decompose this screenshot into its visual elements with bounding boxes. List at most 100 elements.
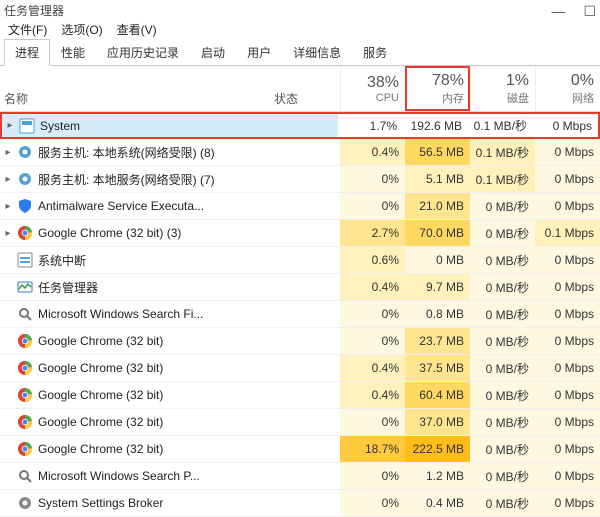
cpu-label: CPU	[376, 92, 399, 104]
disk-cell: 0.1 MB/秒	[468, 114, 533, 137]
process-name: 系统中断	[38, 252, 270, 269]
cpu-cell: 0.4%	[340, 274, 405, 300]
process-name: Google Chrome (32 bit)	[38, 442, 270, 456]
taskmgr-icon	[16, 278, 34, 296]
chrome-icon	[16, 332, 34, 350]
network-cell: 0.1 Mbps	[535, 220, 600, 246]
cpu-cell: 0.4%	[340, 355, 405, 381]
tab-startup[interactable]: 启动	[190, 39, 236, 66]
disk-cell: 0 MB/秒	[470, 355, 535, 381]
process-row[interactable]: Google Chrome (32 bit)0.4%37.5 MB0 MB/秒0…	[0, 355, 600, 382]
process-row[interactable]: ▸ System 1.7%192.6 MB0.1 MB/秒0 Mbps	[0, 112, 600, 139]
tab-processes[interactable]: 进程	[4, 39, 50, 66]
expand-icon[interactable]: ▸	[0, 174, 14, 185]
process-row[interactable]: Google Chrome (32 bit)0%37.0 MB0 MB/秒0 M…	[0, 409, 600, 436]
process-row[interactable]: Google Chrome (32 bit)18.7%222.5 MB0 MB/…	[0, 436, 600, 463]
memory-cell: 37.0 MB	[405, 409, 470, 435]
memory-cell: 192.6 MB	[403, 114, 468, 137]
memory-cell: 56.5 MB	[405, 139, 470, 165]
process-row[interactable]: Google Chrome (32 bit)0%23.7 MB0 MB/秒0 M…	[0, 328, 600, 355]
process-row[interactable]: Microsoft Windows Search P...0%1.2 MB0 M…	[0, 463, 600, 490]
network-cell: 0 Mbps	[533, 114, 598, 137]
col-header-network[interactable]: 0% 网络	[535, 66, 600, 111]
process-name: Microsoft Windows Search P...	[38, 469, 270, 483]
tab-app-history[interactable]: 应用历史记录	[96, 39, 190, 66]
expand-icon[interactable]: ▸	[0, 228, 14, 239]
tab-performance[interactable]: 性能	[50, 39, 96, 66]
expand-icon[interactable]: ▸	[0, 201, 14, 212]
tab-users[interactable]: 用户	[236, 39, 282, 66]
memory-cell: 37.5 MB	[405, 355, 470, 381]
maximize-icon[interactable]: ☐	[583, 4, 596, 18]
col-header-cpu[interactable]: 38% CPU	[340, 66, 405, 111]
col-header-disk[interactable]: 1% 磁盘	[470, 66, 535, 111]
process-row[interactable]: ▸Google Chrome (32 bit) (3)2.7%70.0 MB0 …	[0, 220, 600, 247]
cpu-cell: 0%	[340, 166, 405, 192]
process-row[interactable]: Microsoft Windows Search Fi...0%0.8 MB0 …	[0, 301, 600, 328]
expand-icon[interactable]: ▸	[0, 147, 14, 158]
cpu-cell: 0%	[340, 490, 405, 516]
col-header-status[interactable]: 状态	[270, 66, 340, 111]
disk-cell: 0 MB/秒	[470, 247, 535, 273]
chrome-icon	[16, 413, 34, 431]
disk-cell: 0 MB/秒	[470, 193, 535, 219]
memory-total-pct: 78%	[432, 72, 464, 90]
tab-details[interactable]: 详细信息	[282, 39, 352, 66]
network-cell: 0 Mbps	[535, 247, 600, 273]
col-header-name[interactable]: 名称	[0, 66, 270, 111]
cpu-cell: 0.4%	[340, 382, 405, 408]
menu-view[interactable]: 查看(V)	[117, 21, 157, 38]
cpu-cell: 2.7%	[340, 220, 405, 246]
chrome-icon	[16, 440, 34, 458]
disk-cell: 0.1 MB/秒	[470, 139, 535, 165]
tab-services[interactable]: 服务	[352, 39, 398, 66]
process-name: 服务主机: 本地系统(网络受限) (8)	[38, 144, 270, 161]
process-row[interactable]: 系统中断0.6%0 MB0 MB/秒0 Mbps	[0, 247, 600, 274]
menu-file[interactable]: 文件(F)	[8, 21, 47, 38]
process-name: System Settings Broker	[38, 496, 270, 510]
cpu-cell: 0%	[340, 463, 405, 489]
memory-cell: 21.0 MB	[405, 193, 470, 219]
cpu-total-pct: 38%	[367, 74, 399, 92]
memory-cell: 222.5 MB	[405, 436, 470, 462]
process-row[interactable]: 任务管理器0.4%9.7 MB0 MB/秒0 Mbps	[0, 274, 600, 301]
memory-cell: 9.7 MB	[405, 274, 470, 300]
menu-options[interactable]: 选项(O)	[61, 21, 102, 38]
network-cell: 0 Mbps	[535, 436, 600, 462]
network-cell: 0 Mbps	[535, 409, 600, 435]
process-row[interactable]: ▸服务主机: 本地服务(网络受限) (7)0%5.1 MB0.1 MB/秒0 M…	[0, 166, 600, 193]
memory-label: 内存	[442, 90, 464, 106]
process-row[interactable]: System Settings Broker0%0.4 MB0 MB/秒0 Mb…	[0, 490, 600, 517]
column-headers: 名称 状态 38% CPU 78% 内存 1% 磁盘 0% 网络	[0, 66, 600, 112]
gear-icon	[16, 143, 34, 161]
process-row[interactable]: ▸Antimalware Service Executa...0%21.0 MB…	[0, 193, 600, 220]
gear-icon	[16, 170, 34, 188]
memory-cell: 0.4 MB	[405, 490, 470, 516]
interrupt-icon	[16, 251, 34, 269]
cpu-cell: 1.7%	[338, 114, 403, 137]
process-row[interactable]: ▸服务主机: 本地系统(网络受限) (8)0.4%56.5 MB0.1 MB/秒…	[0, 139, 600, 166]
network-cell: 0 Mbps	[535, 301, 600, 327]
expand-icon[interactable]: ▸	[2, 120, 16, 131]
network-cell: 0 Mbps	[535, 328, 600, 354]
col-header-memory[interactable]: 78% 内存	[405, 66, 470, 111]
disk-cell: 0 MB/秒	[470, 409, 535, 435]
search-icon	[16, 305, 34, 323]
disk-cell: 0 MB/秒	[470, 220, 535, 246]
network-cell: 0 Mbps	[535, 382, 600, 408]
window-titlebar: 任务管理器 — ☐	[0, 0, 600, 19]
chrome-icon	[16, 224, 34, 242]
disk-cell: 0 MB/秒	[470, 274, 535, 300]
process-row[interactable]: Google Chrome (32 bit)0.4%60.4 MB0 MB/秒0…	[0, 382, 600, 409]
chrome-icon	[16, 386, 34, 404]
minimize-icon[interactable]: —	[551, 4, 565, 18]
process-name: System	[40, 119, 268, 133]
process-name: Google Chrome (32 bit)	[38, 388, 270, 402]
cpu-cell: 0%	[340, 193, 405, 219]
cpu-cell: 0%	[340, 409, 405, 435]
disk-cell: 0 MB/秒	[470, 490, 535, 516]
search-icon	[16, 467, 34, 485]
network-cell: 0 Mbps	[535, 274, 600, 300]
disk-label: 磁盘	[507, 90, 529, 106]
process-name: Microsoft Windows Search Fi...	[38, 307, 270, 321]
